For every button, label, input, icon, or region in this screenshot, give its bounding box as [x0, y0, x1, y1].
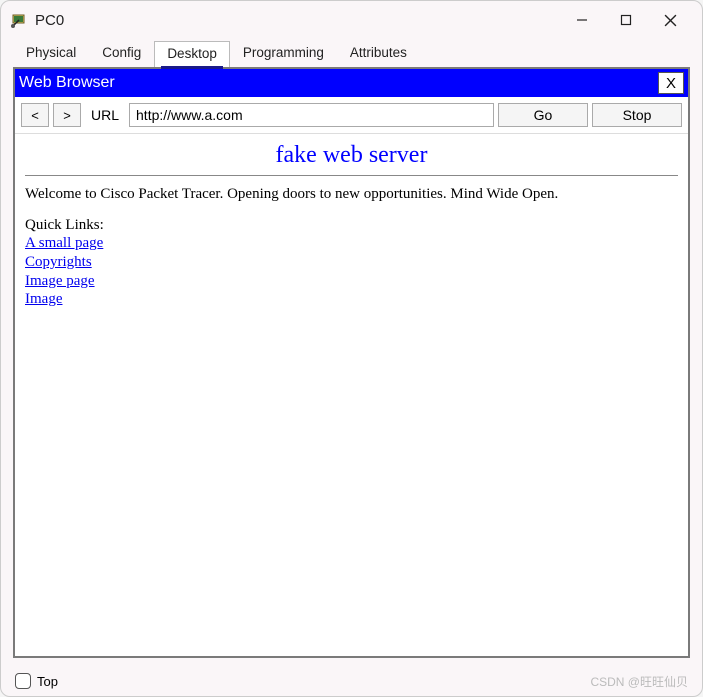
top-label: Top	[37, 674, 58, 689]
page-content: fake web server Welcome to Cisco Packet …	[15, 134, 688, 656]
back-button[interactable]: <	[21, 103, 49, 127]
close-window-button[interactable]	[648, 5, 692, 35]
stop-button[interactable]: Stop	[592, 103, 682, 127]
go-button[interactable]: Go	[498, 103, 588, 127]
browser-title: Web Browser	[19, 74, 115, 92]
browser-navbar: < > URL Go Stop	[15, 97, 688, 134]
page-title: fake web server	[25, 142, 678, 169]
tab-physical[interactable]: Physical	[13, 40, 89, 67]
quick-links-label: Quick Links:	[25, 217, 678, 234]
top-checkbox[interactable]	[15, 673, 31, 689]
bottom-bar: Top	[1, 666, 702, 696]
quick-links-list: A small page Copyrights Image page Image	[25, 234, 678, 309]
browser-frame: Web Browser X < > URL Go Stop fake web s…	[13, 67, 690, 658]
forward-button[interactable]: >	[53, 103, 81, 127]
browser-close-button[interactable]: X	[658, 72, 684, 94]
url-input[interactable]	[129, 103, 494, 127]
tab-config[interactable]: Config	[89, 40, 154, 67]
window-title: PC0	[35, 12, 64, 29]
link-image[interactable]: Image	[25, 291, 62, 307]
welcome-text: Welcome to Cisco Packet Tracer. Opening …	[25, 186, 678, 203]
url-label: URL	[85, 107, 125, 123]
link-image-page[interactable]: Image page	[25, 273, 95, 289]
browser-header: Web Browser X	[15, 69, 688, 97]
link-copyrights[interactable]: Copyrights	[25, 254, 92, 270]
minimize-button[interactable]	[560, 5, 604, 35]
link-small-page[interactable]: A small page	[25, 235, 103, 251]
tab-bar: Physical Config Desktop Programming Attr…	[1, 39, 702, 67]
tab-attributes[interactable]: Attributes	[337, 40, 420, 67]
pc-icon	[11, 11, 29, 29]
tab-programming[interactable]: Programming	[230, 40, 337, 67]
titlebar: PC0	[1, 1, 702, 39]
tab-desktop[interactable]: Desktop	[154, 41, 230, 67]
app-window: PC0 Physical Config Desktop Programming …	[0, 0, 703, 697]
divider	[25, 175, 678, 176]
maximize-button[interactable]	[604, 5, 648, 35]
